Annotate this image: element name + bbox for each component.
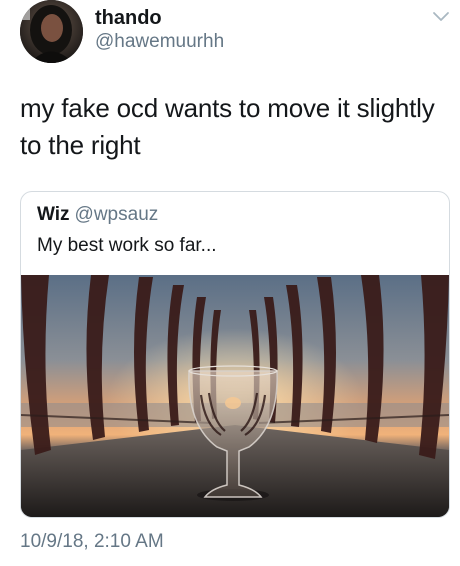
tweet-header: thando @hawemuurhh bbox=[20, 0, 450, 64]
chevron-down-icon[interactable] bbox=[432, 10, 450, 22]
quoted-tweet-image[interactable] bbox=[21, 275, 449, 517]
quoted-display-name: Wiz bbox=[37, 204, 70, 225]
display-name[interactable]: thando bbox=[95, 7, 162, 30]
avatar-image bbox=[20, 0, 83, 63]
quoted-tweet-text: My best work so far... bbox=[37, 235, 217, 256]
user-handle[interactable]: @hawemuurhh bbox=[95, 31, 224, 53]
tweet-timestamp[interactable]: 10/9/18, 2:10 AM bbox=[20, 531, 164, 553]
quoted-user-handle: @wpsauz bbox=[74, 204, 159, 225]
quoted-tweet-card[interactable]: Wiz @wpsauz My best work so far... bbox=[20, 191, 450, 518]
quoted-tweet-header: Wiz @wpsauz bbox=[37, 204, 158, 226]
avatar[interactable] bbox=[20, 0, 83, 63]
tweet-text: my fake ocd wants to move it slightly to… bbox=[20, 93, 435, 160]
